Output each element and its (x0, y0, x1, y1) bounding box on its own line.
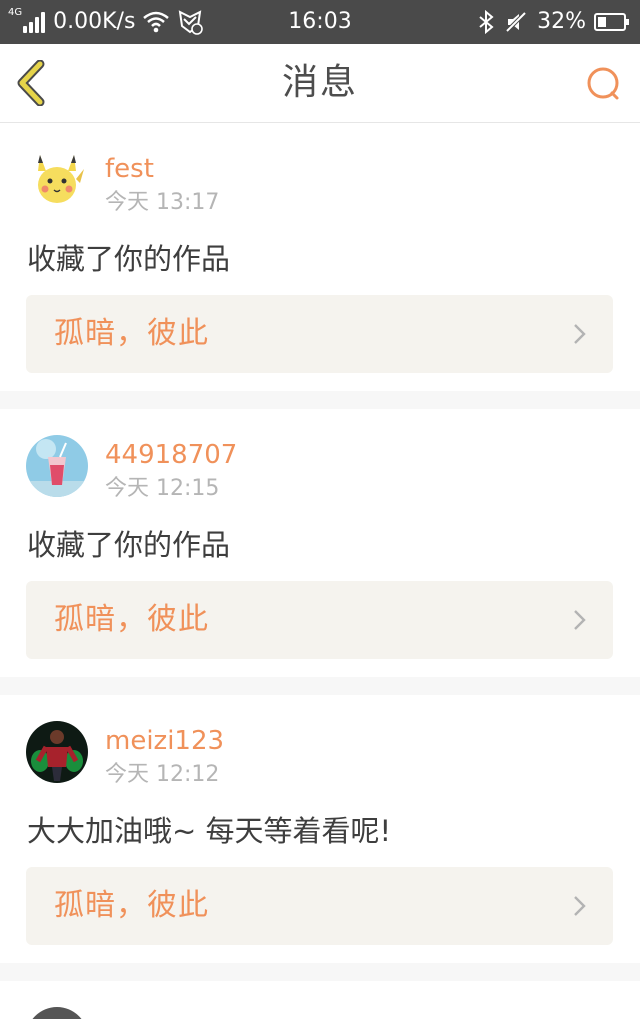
message-text: 大大加油哦~ 每天等着看呢! (27, 814, 392, 848)
timestamp: 今天 12:15 (105, 476, 220, 501)
username[interactable]: fest (105, 153, 154, 185)
username[interactable]: meizi123 (105, 725, 224, 757)
search-icon (587, 67, 619, 100)
username[interactable]: 44918707 (105, 439, 237, 471)
avatar[interactable] (26, 435, 88, 497)
work-title: 孤暗，彼此 (54, 602, 209, 637)
message-card-partial (0, 981, 640, 1019)
timestamp: 今天 12:12 (105, 762, 220, 787)
battery-icon (594, 13, 629, 31)
chevron-right-icon (574, 896, 586, 916)
drink-avatar (26, 435, 88, 497)
character-avatar (26, 721, 88, 783)
avatar[interactable] (26, 721, 88, 783)
message-card: meizi123 今天 12:12 大大加油哦~ 每天等着看呢! 孤暗，彼此 (0, 695, 640, 963)
battery-percent: 32% (537, 9, 586, 34)
status-right: 32% (477, 0, 630, 44)
search-button[interactable] (584, 64, 624, 104)
work-title: 孤暗，彼此 (54, 316, 209, 351)
avatar[interactable] (26, 1007, 88, 1019)
pikachu-avatar (26, 149, 88, 211)
app-header: 消息 (0, 44, 640, 123)
message-card: fest 今天 13:17 收藏了你的作品 孤暗，彼此 (0, 123, 640, 391)
message-feed: fest 今天 13:17 收藏了你的作品 孤暗，彼此 44918707 今天 … (0, 123, 640, 1019)
chevron-right-icon (574, 324, 586, 344)
work-link[interactable]: 孤暗，彼此 (26, 295, 613, 373)
work-title: 孤暗，彼此 (54, 888, 209, 923)
page-title: 消息 (281, 62, 358, 103)
message-text: 收藏了你的作品 (27, 528, 231, 562)
bluetooth-icon (479, 10, 494, 34)
work-link[interactable]: 孤暗，彼此 (26, 867, 613, 945)
status-bar: 4G 0.00K/s 16:03 32% (0, 0, 640, 44)
timestamp: 今天 13:17 (105, 190, 220, 215)
chevron-right-icon (574, 610, 586, 630)
work-link[interactable]: 孤暗，彼此 (26, 581, 613, 659)
mute-icon (505, 11, 527, 33)
message-card: 44918707 今天 12:15 收藏了你的作品 孤暗，彼此 (0, 409, 640, 677)
message-text: 收藏了你的作品 (27, 242, 231, 276)
avatar[interactable] (26, 149, 88, 211)
screen: 4G 0.00K/s 16:03 32% 消息 fest 今天 13:17 收藏… (0, 0, 640, 1019)
